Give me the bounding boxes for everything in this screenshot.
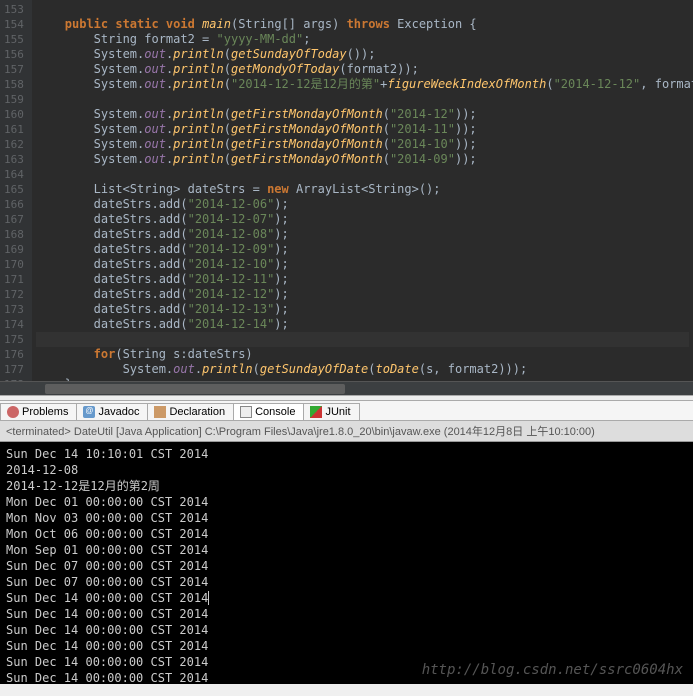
horizontal-scrollbar[interactable] xyxy=(0,381,693,395)
line-number: 169 xyxy=(4,242,24,257)
tab-problems[interactable]: Problems xyxy=(0,403,77,420)
line-number: 164 xyxy=(4,167,24,182)
code-editor[interactable]: 1531541551561571581591601611621631641651… xyxy=(0,0,693,395)
console-header: <terminated> DateUtil [Java Application]… xyxy=(0,421,693,442)
line-number: 163 xyxy=(4,152,24,167)
declaration-icon xyxy=(154,406,166,418)
scrollbar-thumb[interactable] xyxy=(45,384,345,394)
tab-console[interactable]: Console xyxy=(233,403,304,420)
console-line: Mon Nov 03 00:00:00 CST 2014 xyxy=(6,510,687,526)
line-number: 174 xyxy=(4,317,24,332)
console-line: Mon Oct 06 00:00:00 CST 2014 xyxy=(6,526,687,542)
line-number: 162 xyxy=(4,137,24,152)
console-line: Sun Dec 14 00:00:00 CST 2014 xyxy=(6,638,687,654)
javadoc-icon: @ xyxy=(83,406,95,418)
line-gutter: 1531541551561571581591601611621631641651… xyxy=(0,0,32,395)
tab-javadoc[interactable]: @Javadoc xyxy=(76,403,148,420)
line-number: 157 xyxy=(4,62,24,77)
line-number: 171 xyxy=(4,272,24,287)
console-line: Sun Dec 07 00:00:00 CST 2014 xyxy=(6,558,687,574)
console-icon xyxy=(240,406,252,418)
code-area[interactable]: public static void main(String[] args) t… xyxy=(32,0,693,395)
console-line: 2014-12-12是12月的第2周 xyxy=(6,478,687,494)
line-number: 160 xyxy=(4,107,24,122)
line-number: 154 xyxy=(4,17,24,32)
line-number: 166 xyxy=(4,197,24,212)
tab-junit[interactable]: JUnit xyxy=(303,403,359,420)
console-line: Sun Dec 07 00:00:00 CST 2014 xyxy=(6,574,687,590)
line-number: 173 xyxy=(4,302,24,317)
line-number: 153 xyxy=(4,2,24,17)
console-line: 2014-12-08 xyxy=(6,462,687,478)
line-number: 158 xyxy=(4,77,24,92)
console-line: Sun Dec 14 00:00:00 CST 2014 xyxy=(6,622,687,638)
line-number: 155 xyxy=(4,32,24,47)
line-number: 177 xyxy=(4,362,24,377)
console-line: Sun Dec 14 10:10:01 CST 2014 xyxy=(6,446,687,462)
line-number: 172 xyxy=(4,287,24,302)
line-number: 175 xyxy=(4,332,24,347)
console-line: Sun Dec 14 00:00:00 CST 2014 xyxy=(6,606,687,622)
line-number: 156 xyxy=(4,47,24,62)
problems-icon xyxy=(7,406,19,418)
line-number: 167 xyxy=(4,212,24,227)
view-tabs: Problems @Javadoc Declaration Console JU… xyxy=(0,401,693,421)
line-number: 165 xyxy=(4,182,24,197)
tab-declaration[interactable]: Declaration xyxy=(147,403,234,420)
console-line: Mon Dec 01 00:00:00 CST 2014 xyxy=(6,494,687,510)
line-number: 161 xyxy=(4,122,24,137)
console-output[interactable]: Sun Dec 14 10:10:01 CST 20142014-12-0820… xyxy=(0,442,693,684)
line-number: 168 xyxy=(4,227,24,242)
line-number: 170 xyxy=(4,257,24,272)
junit-icon xyxy=(310,406,322,418)
line-number: 176 xyxy=(4,347,24,362)
console-line: Sun Dec 14 00:00:00 CST 2014 xyxy=(6,590,687,606)
watermark: http://blog.csdn.net/ssrc0604hx xyxy=(422,662,683,678)
line-number: 159 xyxy=(4,92,24,107)
console-line: Mon Sep 01 00:00:00 CST 2014 xyxy=(6,542,687,558)
